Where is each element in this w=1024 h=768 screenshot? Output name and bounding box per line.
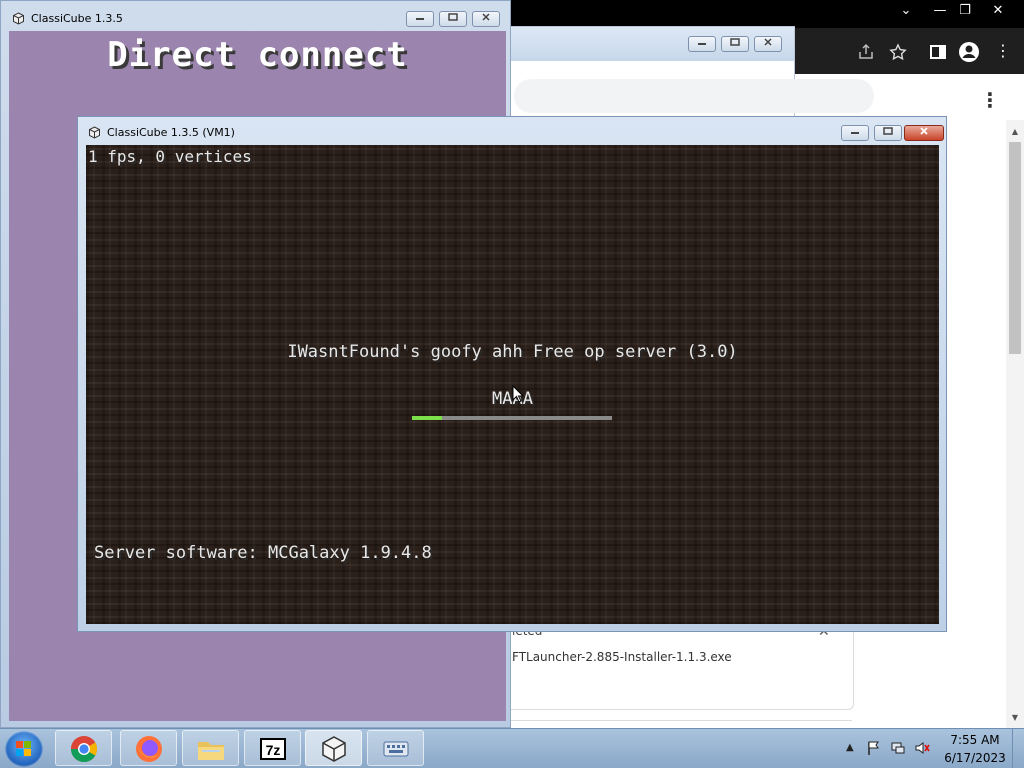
profile-icon[interactable] [958, 41, 980, 63]
close-icon [920, 127, 928, 135]
game-window: ClassiCube 1.3.5 (VM1) 1 fps, 0 vertices… [77, 116, 947, 632]
show-desktop-button[interactable] [1012, 729, 1024, 768]
close-icon [764, 38, 772, 46]
background-app-window [505, 26, 874, 128]
launcher-close-button[interactable] [472, 11, 500, 27]
scroll-up-icon[interactable]: ▲ [1009, 126, 1021, 138]
download-file-link[interactable]: FTLauncher-2.885-Installer-1.1.3.exe [512, 650, 732, 664]
bg-maximize-button[interactable] [721, 36, 749, 52]
launcher-window-title: ClassiCube 1.3.5 [31, 12, 123, 25]
side-panel-icon[interactable] [929, 43, 947, 61]
fps-counter: 1 fps, 0 vertices [88, 147, 252, 166]
bg-close-button[interactable] [754, 36, 782, 52]
restore-icon [730, 38, 740, 46]
browser-menu-icon[interactable]: ⋮ [992, 40, 1014, 62]
7zip-icon: 7z [260, 738, 286, 760]
firefox-icon [136, 736, 162, 762]
action-center-flag-icon[interactable] [866, 740, 882, 756]
classicube-icon [322, 736, 346, 762]
volume-muted-icon[interactable] [914, 740, 930, 756]
game-close-button[interactable] [904, 125, 944, 141]
keyboard-icon [383, 741, 409, 757]
loading-progress-fill [412, 416, 442, 420]
launcher-minimize-button[interactable] [406, 11, 434, 27]
taskbar-keyboard[interactable] [367, 730, 424, 766]
show-hidden-icons-icon[interactable]: ▲ [846, 742, 854, 753]
clock-date[interactable]: 6/17/2023 [940, 751, 1010, 765]
taskbar-classicube[interactable] [305, 730, 362, 766]
windows-logo-icon [16, 741, 31, 756]
scroll-down-icon[interactable]: ▼ [1009, 712, 1021, 724]
browser-minimize-button[interactable]: — [928, 2, 952, 20]
star-icon[interactable] [889, 43, 907, 61]
server-software: Server software: MCGalaxy 1.9.4.8 [94, 543, 432, 563]
svg-text:7z: 7z [266, 742, 281, 758]
file-explorer-icon [198, 742, 224, 760]
taskbar-file-explorer[interactable] [182, 730, 239, 766]
start-button[interactable] [5, 731, 43, 767]
network-icon[interactable] [890, 740, 906, 756]
browser-restore-button[interactable]: ❐ [953, 2, 977, 20]
chevron-down-icon[interactable]: ⌄ [894, 2, 918, 20]
game-maximize-button[interactable] [874, 125, 902, 141]
minimize-icon [851, 132, 859, 134]
loading-progress-bar [412, 416, 612, 420]
downloads-panel [490, 622, 854, 710]
taskbar-7zip[interactable]: 7z [244, 730, 301, 766]
game-window-title: ClassiCube 1.3.5 (VM1) [107, 126, 235, 139]
minimize-icon [698, 43, 706, 45]
restore-icon [448, 13, 458, 21]
minimize-icon [416, 18, 424, 20]
bg-minimize-button[interactable] [688, 36, 716, 52]
launcher-heading: Direct connect [107, 35, 408, 75]
server-name: IWasntFound's goofy ahh Free op server (… [287, 342, 738, 362]
browser-close-button[interactable]: ✕ [986, 2, 1010, 20]
taskbar-firefox[interactable] [120, 730, 177, 766]
launcher-maximize-button[interactable] [439, 11, 467, 27]
background-window-titlebar [506, 27, 794, 61]
address-bar[interactable] [514, 79, 874, 113]
game-minimize-button[interactable] [841, 125, 869, 141]
restore-icon [883, 127, 893, 135]
scrollbar-thumb[interactable] [1009, 142, 1021, 354]
clock-time[interactable]: 7:55 AM [940, 733, 1010, 747]
chrome-icon [70, 736, 98, 763]
share-icon[interactable] [857, 43, 875, 61]
classicube-app-icon [89, 126, 100, 139]
close-icon [482, 13, 490, 21]
taskbar-chrome[interactable] [55, 730, 112, 766]
classicube-app-icon [13, 12, 24, 25]
page-menu-icon[interactable]: ⋮ [980, 88, 1000, 112]
mouse-cursor-icon [512, 385, 524, 403]
